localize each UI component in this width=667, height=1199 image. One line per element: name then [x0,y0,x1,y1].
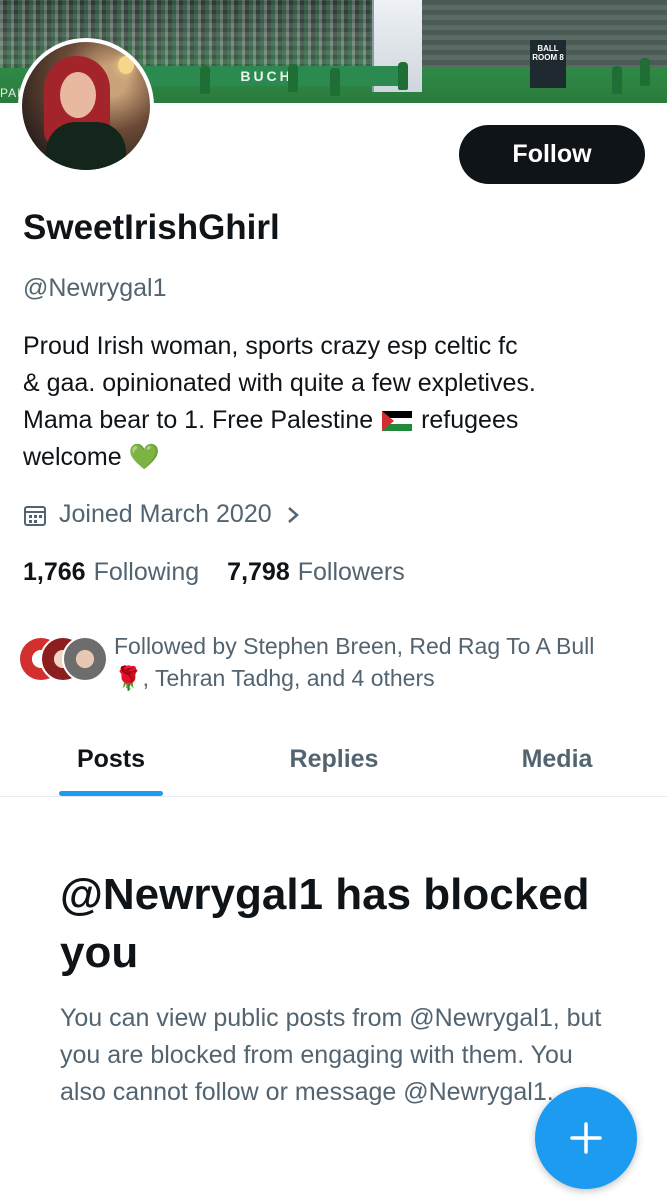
blocked-title: @Newrygal1 has blocked you [60,870,590,977]
profile-handle: @Newrygal1 [23,274,167,302]
tab-posts[interactable]: Posts [40,722,182,796]
banner-player [330,68,340,96]
banner-sign: BALL ROOM 8 [530,40,566,88]
banner-player [612,66,622,94]
bio-line: Proud Irish woman, sports crazy esp celt… [23,332,518,360]
tab-media[interactable]: Media [486,722,628,796]
follower-avatars [18,630,110,686]
tab-replies[interactable]: Replies [262,722,406,796]
followed-by-text: Followed by Stephen Breen, Red Rag To A … [114,630,634,694]
bio-line: welcome 💚 [23,439,643,476]
green-heart-icon: 💚 [128,443,160,471]
profile-tabs: Posts Replies Media [0,722,667,797]
profile-avatar[interactable] [18,38,154,174]
avatar-face [60,72,96,118]
plus-icon [570,1122,602,1154]
bio-text: refugees [421,406,519,434]
compose-button[interactable] [535,1087,637,1189]
joined-date-row[interactable]: Joined March 2020 [23,500,300,529]
avatar-photo [22,42,150,170]
following-stat[interactable]: 1,766 Following [23,558,199,587]
following-count: 1,766 [23,558,86,586]
banner-player [398,62,408,90]
followers-label: Followers [297,558,405,586]
avatar-lamp [118,56,134,74]
palestine-flag-icon [382,411,413,431]
follower-avatar [62,636,108,682]
joined-date: Joined March 2020 [59,500,272,528]
calendar-icon [24,505,46,526]
followers-count: 7,798 [227,558,290,586]
bio-text: welcome [23,443,122,471]
followed-by-row[interactable]: Followed by Stephen Breen, Red Rag To A … [18,630,634,694]
bio-text: Mama bear to 1. Free Palestine [23,406,374,434]
bio-line: & gaa. opinionated with quite a few expl… [23,369,536,397]
followed-by-names: Followed by Stephen Breen, Red Rag To A … [114,633,595,659]
followers-stat[interactable]: 7,798 Followers [227,558,405,587]
rose-icon: 🌹 [114,665,143,691]
banner-ad-board: BUCHI [140,66,400,86]
follow-button[interactable]: Follow [459,125,645,184]
blocked-body: You can view public posts from @Newrygal… [60,1004,602,1106]
bio-line: Mama bear to 1. Free Palestine refugees [23,402,643,439]
display-name: SweetIrishGhirl [23,208,280,247]
banner-player [640,58,650,86]
follow-stats: 1,766 Following 7,798 Followers [23,558,405,587]
avatar-dress [46,122,126,170]
active-tab-indicator [59,791,163,796]
banner-player [288,64,298,92]
followed-by-others: , Tehran Tadhg, and 4 others [142,665,435,691]
banner-player [200,66,210,94]
profile-bio: Proud Irish woman, sports crazy esp celt… [23,328,643,476]
following-label: Following [93,558,200,586]
chevron-right-icon [287,506,299,523]
